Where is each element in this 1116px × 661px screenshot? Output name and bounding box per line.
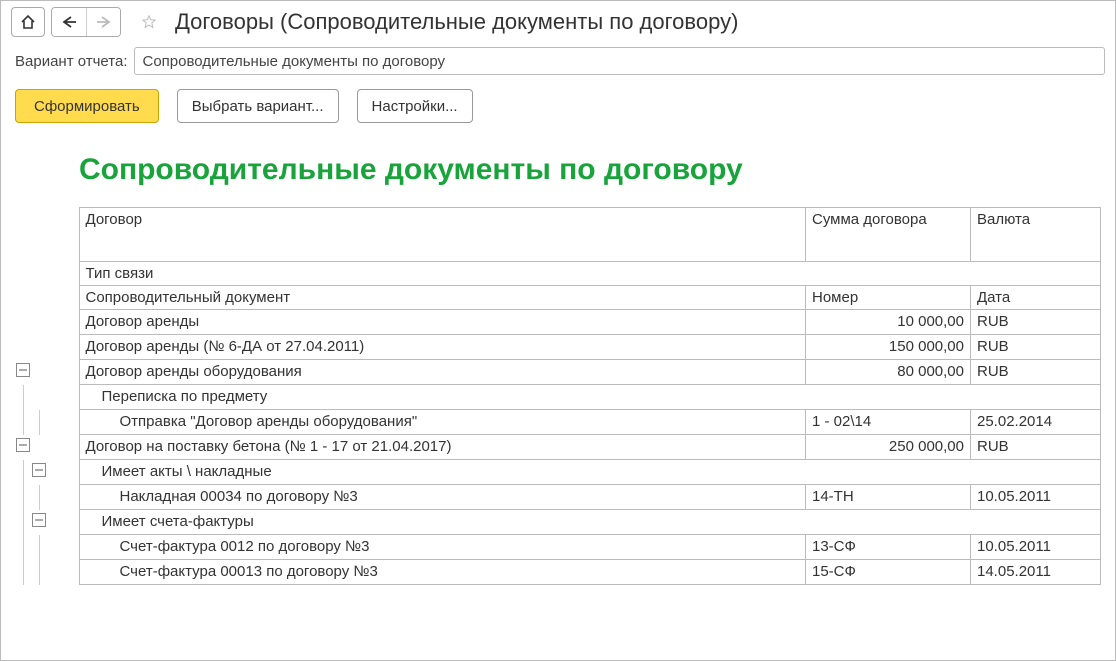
- topbar: Договоры (Сопроводительные документы по …: [1, 1, 1115, 41]
- col-header-contract: Договор: [79, 208, 806, 262]
- cell-currency: RUB: [971, 360, 1101, 385]
- cell-contract: Договор аренды оборудования: [79, 360, 806, 385]
- cell-currency: RUB: [971, 310, 1101, 335]
- favorite-button[interactable]: [135, 8, 163, 36]
- col-header-currency: Валюта: [971, 208, 1101, 262]
- cell-date: 10.05.2011: [971, 535, 1101, 560]
- nav-back-button[interactable]: [52, 8, 86, 36]
- cell-sum: 10 000,00: [806, 310, 971, 335]
- cell-sum: 150 000,00: [806, 335, 971, 360]
- table-row: Договор на поставку бетона (№ 1 - 17 от …: [15, 435, 1101, 460]
- arrow-right-icon: [95, 15, 113, 29]
- cell-date: 14.05.2011: [971, 560, 1101, 585]
- cell-contract: Договор на поставку бетона (№ 1 - 17 от …: [79, 435, 806, 460]
- home-icon: [20, 14, 36, 30]
- table-row: Договор аренды10 000,00RUB: [15, 310, 1101, 335]
- col-header-sum: Сумма договора: [806, 208, 971, 262]
- report-area: Сопроводительные документы по договору Д…: [1, 133, 1115, 585]
- cell-date: 25.02.2014: [971, 410, 1101, 435]
- cell-document: Счет-фактура 0012 по договору №3: [79, 535, 806, 560]
- col-header-link-type: Тип связи: [79, 262, 1101, 286]
- cell-currency: RUB: [971, 435, 1101, 460]
- cell-date: 10.05.2011: [971, 485, 1101, 510]
- col-header-number: Номер: [806, 286, 971, 310]
- table-row: Отправка "Договор аренды оборудования"1 …: [15, 410, 1101, 435]
- generate-button[interactable]: Сформировать: [15, 89, 159, 123]
- cell-currency: RUB: [971, 335, 1101, 360]
- cell-sum: 80 000,00: [806, 360, 971, 385]
- table-row: Переписка по предмету: [15, 385, 1101, 410]
- cell-number: 13-СФ: [806, 535, 971, 560]
- table-row: Имеет счета-фактуры: [15, 510, 1101, 535]
- table-row: Имеет акты \ накладные: [15, 460, 1101, 485]
- table-row: Накладная 00034 по договору №314-ТН10.05…: [15, 485, 1101, 510]
- table-row: Договор аренды оборудования80 000,00RUB: [15, 360, 1101, 385]
- cell-link-type: Переписка по предмету: [79, 385, 1101, 410]
- variant-label: Вариант отчета:: [15, 53, 128, 70]
- settings-button[interactable]: Настройки...: [357, 89, 473, 123]
- table-row: Договор аренды (№ 6-ДА от 27.04.2011)150…: [15, 335, 1101, 360]
- col-header-date: Дата: [971, 286, 1101, 310]
- report-table: Сопроводительные документы по договору Д…: [15, 133, 1101, 585]
- cell-document: Счет-фактура 00013 по договору №3: [79, 560, 806, 585]
- cell-contract: Договор аренды (№ 6-ДА от 27.04.2011): [79, 335, 806, 360]
- choose-variant-button[interactable]: Выбрать вариант...: [177, 89, 339, 123]
- table-row: Счет-фактура 0012 по договору №313-СФ10.…: [15, 535, 1101, 560]
- cell-contract: Договор аренды: [79, 310, 806, 335]
- cell-sum: 250 000,00: [806, 435, 971, 460]
- cell-link-type: Имеет счета-фактуры: [79, 510, 1101, 535]
- page-title: Договоры (Сопроводительные документы по …: [175, 9, 738, 35]
- variant-input[interactable]: [134, 47, 1106, 75]
- actions-row: Сформировать Выбрать вариант... Настройк…: [1, 81, 1115, 133]
- cell-link-type: Имеет акты \ накладные: [79, 460, 1101, 485]
- nav-forward-button[interactable]: [86, 8, 120, 36]
- nav-group: [51, 7, 121, 37]
- table-row: Счет-фактура 00013 по договору №315-СФ14…: [15, 560, 1101, 585]
- star-icon: [141, 11, 157, 33]
- cell-number: 14-ТН: [806, 485, 971, 510]
- tree-collapse-icon[interactable]: [16, 438, 30, 452]
- report-title: Сопроводительные документы по договору: [79, 153, 1101, 187]
- cell-document: Накладная 00034 по договору №3: [79, 485, 806, 510]
- tree-collapse-icon[interactable]: [32, 463, 46, 477]
- tree-collapse-icon[interactable]: [32, 513, 46, 527]
- arrow-left-icon: [60, 15, 78, 29]
- home-button[interactable]: [11, 7, 45, 37]
- cell-number: 15-СФ: [806, 560, 971, 585]
- col-header-doc: Сопроводительный документ: [79, 286, 806, 310]
- cell-number: 1 - 02\14: [806, 410, 971, 435]
- cell-document: Отправка "Договор аренды оборудования": [79, 410, 806, 435]
- tree-collapse-icon[interactable]: [16, 363, 30, 377]
- variant-row: Вариант отчета:: [1, 41, 1115, 81]
